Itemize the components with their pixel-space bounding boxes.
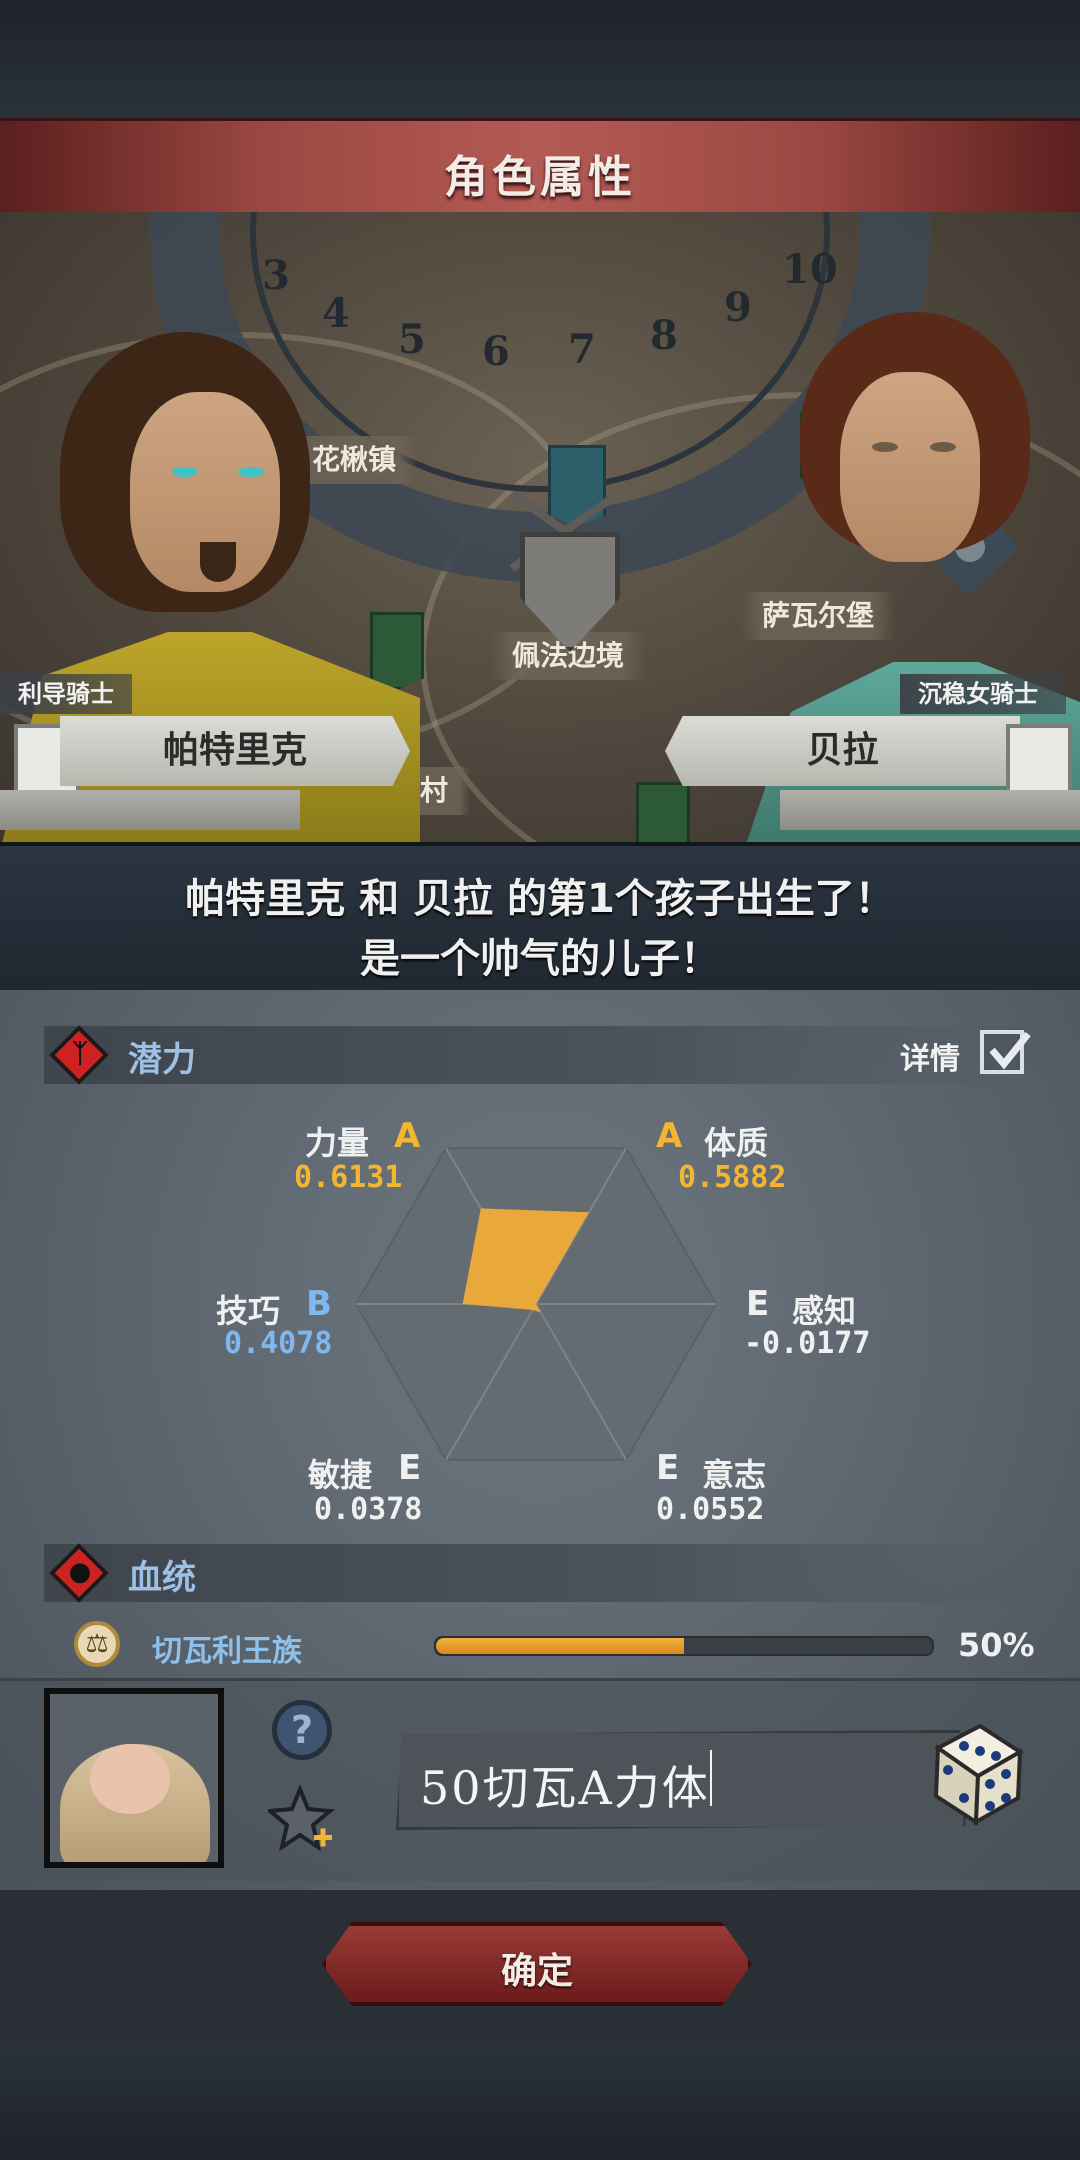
potential-label: 潜力 [128, 1040, 196, 1080]
potential-header: ᛉ 潜力 [44, 1025, 1044, 1085]
stat-name-will: 意志 [702, 1456, 767, 1494]
mother-eye [872, 442, 898, 452]
help-question-icon[interactable]: ? [272, 1700, 332, 1760]
teal-banner-icon [548, 445, 606, 527]
stat-value-strength: 0.6131 [294, 1160, 403, 1195]
mother-face [840, 372, 980, 562]
stat-grade-skill: B [306, 1284, 332, 1324]
stat-grade-perception: E [746, 1284, 770, 1324]
baby-face [90, 1744, 170, 1814]
mother-plate-base [780, 790, 1080, 830]
bottom-band [0, 2040, 1080, 2160]
birth-message-line1: 帕特里克 和 贝拉 的第1个孩子出生了！ [185, 876, 895, 922]
favorite-star-plus-icon[interactable] [268, 1785, 338, 1855]
bloodline-percent: 50% [958, 1626, 1035, 1664]
father-eye [172, 467, 198, 477]
mother-eye [930, 442, 956, 452]
stat-value-perception: -0.0177 [744, 1326, 871, 1361]
stat-value-skill: 0.4078 [224, 1326, 333, 1361]
father-eye [238, 467, 264, 477]
father-plate-base [0, 790, 300, 830]
bloodline-name: 切瓦利王族 [152, 1634, 302, 1669]
bloodline-label: 血统 [128, 1558, 196, 1598]
baby-portrait [44, 1688, 224, 1868]
wheel-number: 8 [650, 312, 678, 359]
detail-checkbox[interactable] [980, 1030, 1031, 1074]
wheel-number: 6 [482, 328, 510, 375]
stat-grade-agility: E [398, 1448, 422, 1488]
top-band [0, 0, 1080, 120]
stat-name-agility: 敏捷 [308, 1456, 373, 1494]
scales-icon: ⚖ [74, 1621, 120, 1667]
child-name-value[interactable]: 50切瓦A力体 [420, 1752, 710, 1818]
page-title: 角色属性 [444, 152, 636, 203]
mother-title: 沉稳女骑士 [900, 674, 1066, 714]
birth-message-line2: 是一个帅气的儿子！ [360, 936, 720, 982]
mother-name: 贝拉 [665, 716, 1020, 786]
potential-icon: ᛉ [72, 1039, 88, 1069]
stat-value-agility: 0.0378 [314, 1492, 423, 1527]
title-bar: 角色属性 [0, 118, 1080, 216]
confirm-button-label[interactable]: 确定 [322, 1942, 752, 1994]
green-banner-icon [636, 782, 690, 842]
wheel-number: 7 [568, 326, 596, 373]
stat-name-constitution: 体质 [704, 1124, 769, 1162]
stat-grade-will: E [656, 1448, 680, 1488]
father-title: 利导骑士 [0, 674, 132, 714]
checkmark-icon [989, 1031, 1031, 1070]
bloodline-header: ● 血统 [44, 1543, 1044, 1603]
birth-message-band: 帕特里克 和 贝拉 的第1个孩子出生了！ 是一个帅气的儿子！ [0, 842, 1080, 998]
father-name: 帕特里克 [60, 716, 410, 786]
text-caret [710, 1750, 712, 1806]
detail-label: 详情 [900, 1042, 960, 1077]
bloodline-progress-fill [436, 1638, 684, 1654]
blood-drop-icon: ● [68, 1557, 92, 1587]
stat-grade-strength: A [394, 1116, 421, 1156]
random-dice-icon[interactable] [920, 1718, 1030, 1828]
father-beard [200, 542, 236, 582]
stat-value-constitution: 0.5882 [678, 1160, 787, 1195]
stat-grade-constitution: A [656, 1116, 683, 1156]
stat-value-will: 0.0552 [656, 1492, 765, 1527]
stat-name-strength: 力量 [305, 1124, 370, 1162]
